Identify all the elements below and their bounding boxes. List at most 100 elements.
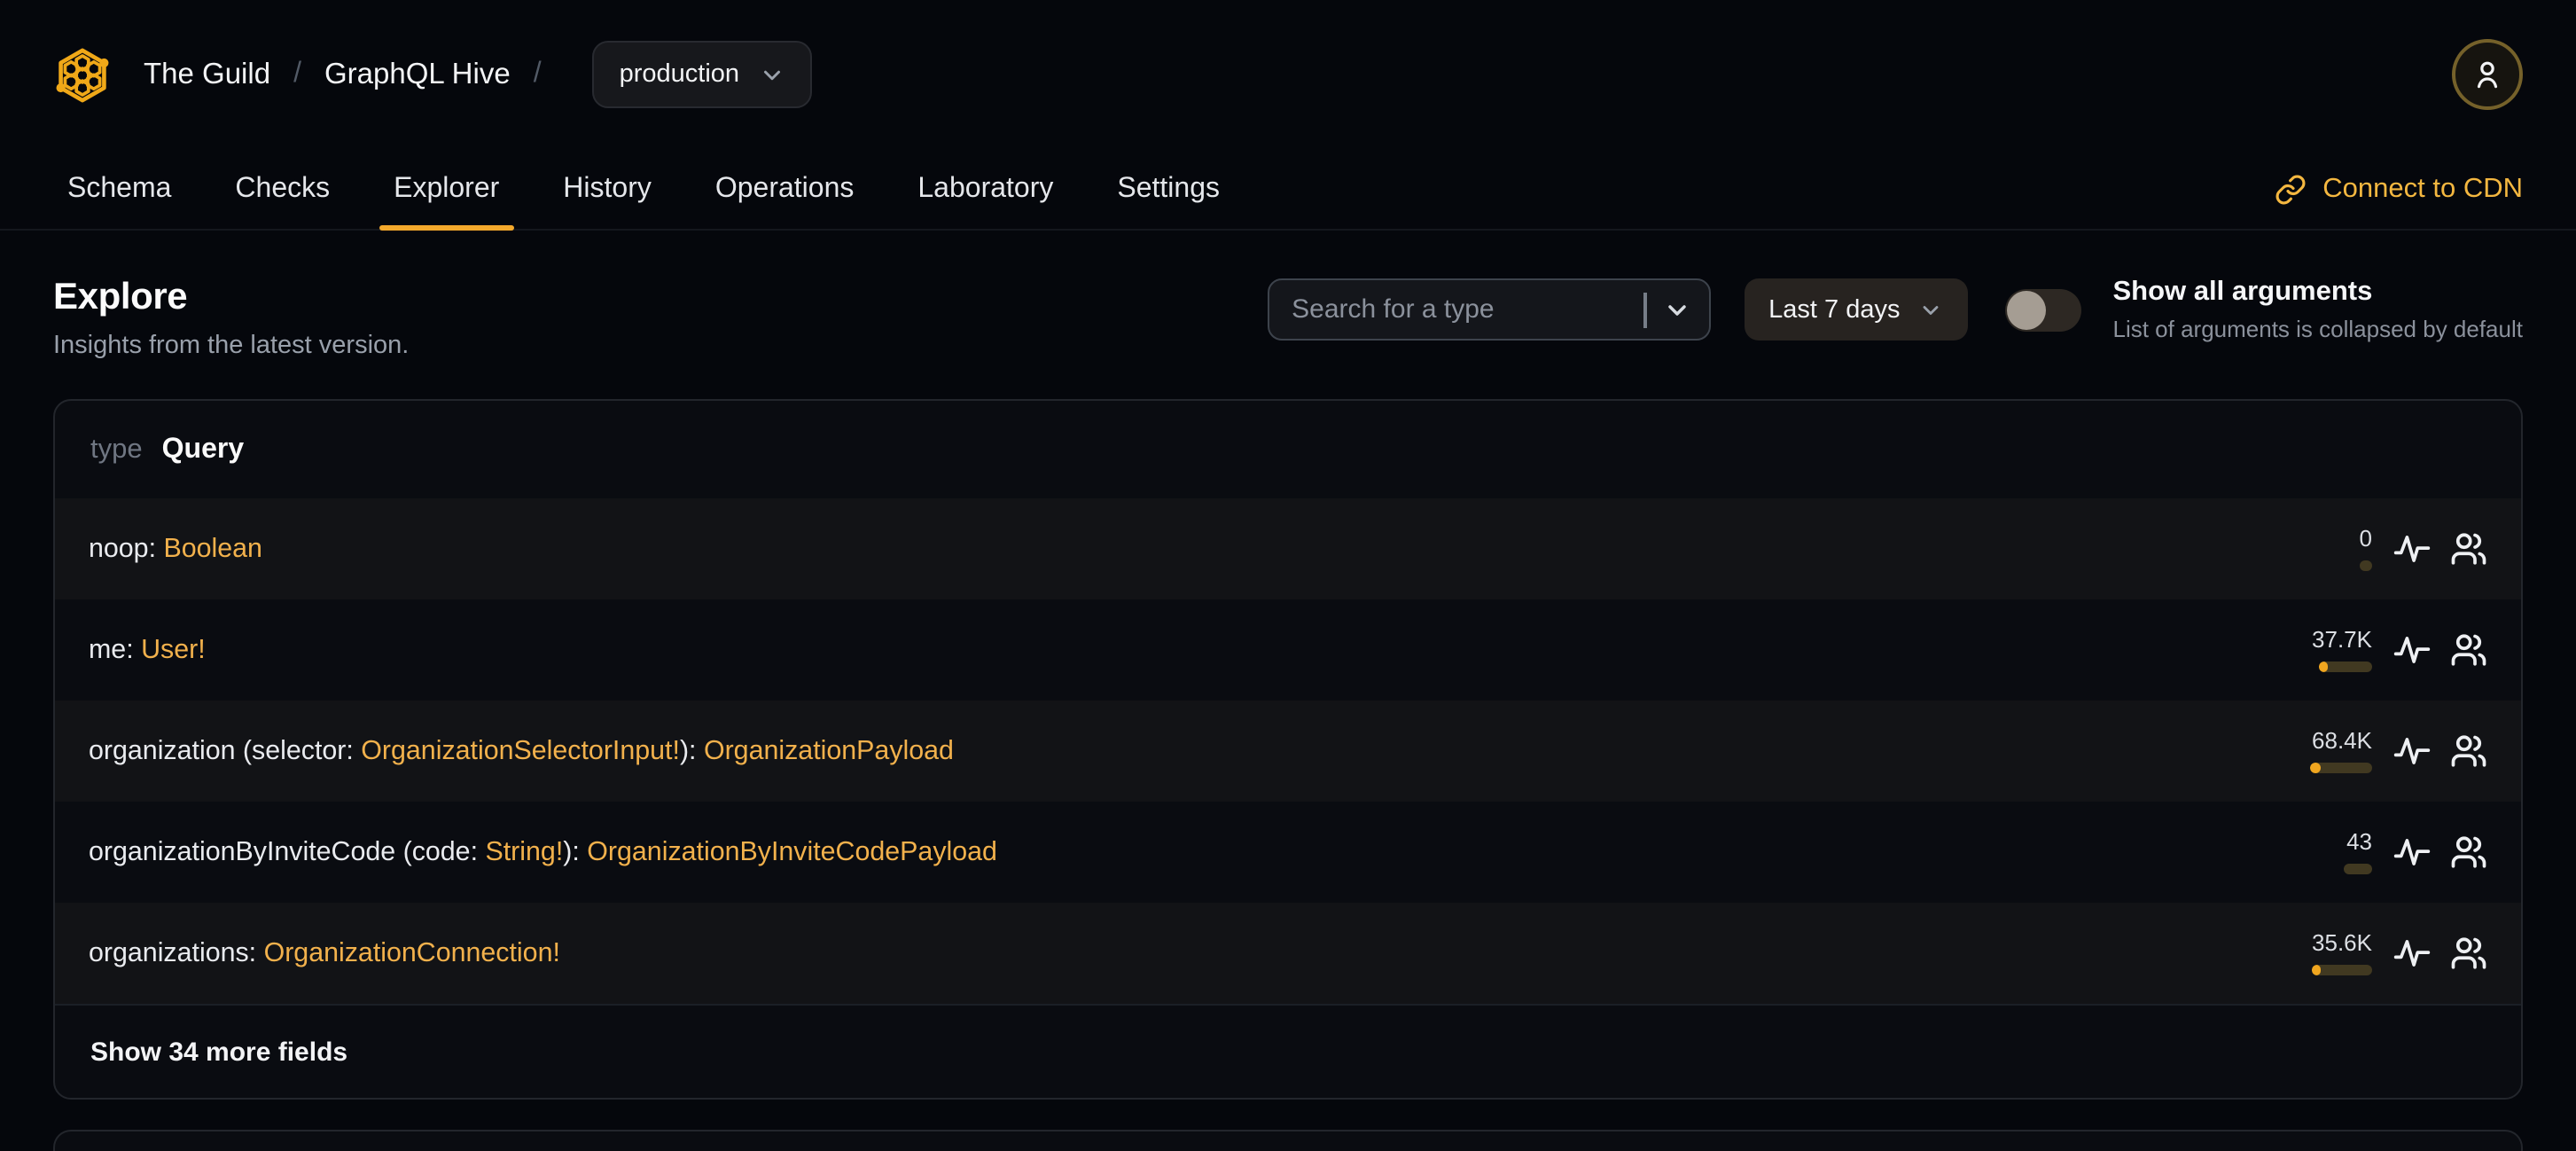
usage-stat: 43 [2294,831,2372,874]
type-kind-label: type [90,434,143,464]
next-type-card-partial [53,1130,2523,1151]
field-signature: organizationByInviteCode (code: String!)… [89,837,997,867]
field-row: organizations: OrganizationConnection! 35… [55,903,2521,1004]
tab-operations[interactable]: Operations [701,149,869,229]
field-text: ): [679,736,704,766]
activity-icon[interactable] [2393,732,2431,770]
show-more-fields-button[interactable]: Show 34 more fields [55,1004,2521,1098]
usage-stat: 37.7K [2294,629,2372,672]
nav-tabs: Schema Checks Explorer History Operations Lab… [53,149,1234,231]
toggle-label: Show all arguments [2112,277,2373,307]
usage-bar [2310,763,2372,773]
search-input[interactable] [1292,294,1628,325]
usage-bar-fill [2312,965,2321,975]
target-selector[interactable]: production [592,41,813,108]
nav-bar: Schema Checks Explorer History Operations Lab… [0,149,2576,231]
hive-logo-icon [56,47,109,102]
activity-icon[interactable] [2393,834,2431,871]
usage-bar-fill [2310,763,2321,773]
type-link[interactable]: Boolean [163,534,262,564]
field-text: organizationByInviteCode (code: [89,837,486,867]
field-text: me: [89,635,142,665]
type-link[interactable]: OrganizationSelectorInput! [361,736,680,766]
type-card-header: type Query [55,401,2521,498]
usage-bar [2312,965,2372,975]
show-all-arguments-toggle[interactable] [2004,288,2081,331]
field-row: organization (selector: OrganizationSele… [55,701,2521,802]
requests-count: 68.4K [2312,727,2372,755]
user-menu-button[interactable] [2452,39,2523,110]
usage-bar [2360,560,2372,571]
breadcrumb-separator: / [293,59,301,89]
tab-explorer[interactable]: Explorer [379,149,513,231]
field-signature: me: User! [89,635,206,665]
users-icon[interactable] [2450,631,2487,669]
combobox-divider [1643,292,1647,327]
field-text: noop: [89,534,164,564]
type-link[interactable]: OrganizationByInviteCodePayload [587,837,997,867]
top-bar: The Guild / GraphQL Hive / production [0,0,2576,149]
field-row: me: User! 37.7K [55,599,2521,701]
tab-laboratory[interactable]: Laboratory [903,149,1067,229]
target-selector-value: production [619,60,740,89]
page-title-block: Explore Insights from the latest version… [53,277,409,360]
app: The Guild / GraphQL Hive / production Sc… [0,0,2576,1151]
requests-count: 37.7K [2312,626,2372,654]
connect-to-cdn-button[interactable]: Connect to CDN [2275,149,2523,229]
field-usage: 35.6K [2294,932,2487,975]
field-rows: noop: Boolean 0 me: User! 37.7K organizati… [55,498,2521,1004]
toggle-knob [2006,290,2046,329]
tab-settings[interactable]: Settings [1103,149,1234,229]
type-link[interactable]: OrganizationPayload [704,736,954,766]
users-icon[interactable] [2450,732,2487,770]
main-content: Explore Insights from the latest version… [0,277,2576,1151]
field-usage: 0 [2294,528,2487,571]
breadcrumb-project[interactable]: GraphQL Hive [324,58,511,91]
link-icon [2275,174,2306,204]
requests-count: 0 [2359,525,2372,552]
field-signature: organization (selector: OrganizationSele… [89,736,954,766]
tab-schema[interactable]: Schema [53,149,185,229]
field-usage: 68.4K [2294,730,2487,773]
type-link[interactable]: User! [141,635,206,665]
chevron-down-icon[interactable] [1662,295,1690,324]
activity-icon[interactable] [2393,530,2431,568]
requests-count: 43 [2346,828,2372,856]
breadcrumb: The Guild / GraphQL Hive / production [53,41,813,108]
usage-bar-fill [2319,662,2328,672]
type-card-query: type Query noop: Boolean 0 me: User! 37.7K… [53,399,2523,1100]
field-usage: 43 [2294,831,2487,874]
activity-icon[interactable] [2393,631,2431,669]
type-search-combobox[interactable] [1267,278,1711,341]
usage-stat: 0 [2294,528,2372,571]
usage-bar [2344,864,2372,874]
field-text: organization (selector: [89,736,362,766]
page-title: Explore [53,277,188,317]
users-icon[interactable] [2450,834,2487,871]
breadcrumb-org[interactable]: The Guild [144,58,270,91]
field-usage: 37.7K [2294,629,2487,672]
usage-bar [2319,662,2372,672]
users-icon[interactable] [2450,530,2487,568]
breadcrumb-separator: / [533,59,542,89]
type-link[interactable]: String! [485,837,563,867]
date-range-button[interactable]: Last 7 days [1744,278,1968,341]
filters: Last 7 days Show all arguments List of a… [1267,277,2523,342]
field-text: ): [563,837,588,867]
date-range-value: Last 7 days [1768,295,1901,324]
tab-history[interactable]: History [549,149,666,229]
page-subtitle: Insights from the latest version. [53,332,410,360]
toggle-hint: List of arguments is collapsed by defaul… [2112,316,2524,342]
users-icon[interactable] [2450,935,2487,972]
user-icon [2477,61,2498,89]
activity-icon[interactable] [2393,935,2431,972]
requests-count: 35.6K [2312,929,2372,957]
chevron-down-icon [764,69,781,80]
connect-to-cdn-label: Connect to CDN [2322,173,2523,203]
type-link[interactable]: OrganizationConnection! [264,938,560,968]
type-name[interactable]: Query [162,434,245,466]
field-signature: organizations: OrganizationConnection! [89,938,560,968]
usage-stat: 68.4K [2294,730,2372,773]
chevron-down-icon [1923,305,1938,314]
tab-checks[interactable]: Checks [221,149,344,229]
